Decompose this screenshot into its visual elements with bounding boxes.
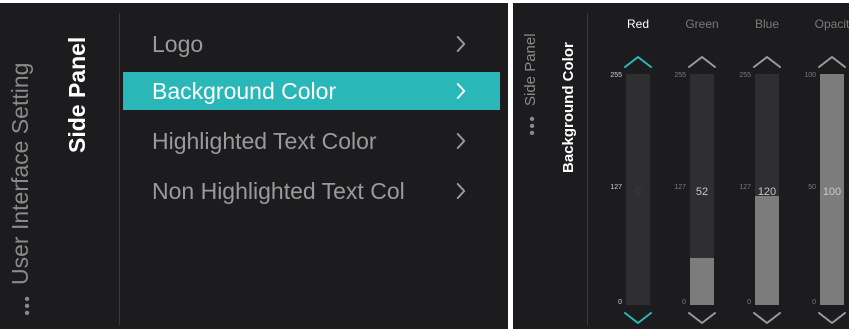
chevron-right-icon	[453, 36, 473, 52]
slider-scale-label: 0	[812, 299, 816, 306]
editor-divider	[587, 13, 588, 325]
chevron-down-icon[interactable]	[817, 311, 847, 325]
menu-item-label: Background Color	[152, 78, 337, 104]
slider-scale-label: 255	[739, 72, 751, 79]
chevron-up-icon[interactable]	[817, 55, 847, 69]
slider-value: 120	[757, 186, 777, 198]
chevron-up-icon[interactable]	[623, 55, 653, 69]
settings-menu-panel: User Interface Setting • • • Side Panel Lo…	[0, 3, 508, 329]
chevron-up-icon[interactable]	[752, 55, 782, 69]
chevron-up-icon[interactable]	[687, 55, 717, 69]
slider-scale-label: 50	[808, 183, 816, 191]
slider-scale-label: 127	[610, 183, 622, 191]
chevron-down-icon[interactable]	[752, 311, 782, 325]
slider-scale-label: 127	[674, 183, 686, 191]
slider-value: 100	[822, 186, 842, 198]
menu-divider	[119, 13, 120, 325]
slider-scale-label: 100	[804, 72, 816, 79]
breadcrumb-parent[interactable]: User Interface Setting	[7, 63, 34, 285]
slider-fill	[755, 196, 779, 305]
slider-scale-label: 0	[747, 299, 751, 306]
slider-label: Red	[626, 17, 649, 31]
more-dots-icon[interactable]: • • •	[528, 112, 536, 142]
breadcrumb-parent[interactable]: Side Panel	[522, 33, 539, 106]
slider-value: 0	[634, 186, 642, 198]
menu-item-label: Non Highlighted Text Col	[152, 178, 405, 204]
menu-item[interactable]: Highlighted Text Color	[123, 122, 500, 160]
slider-scale-label: 255	[674, 72, 686, 79]
more-dots-icon[interactable]: • • •	[23, 292, 31, 322]
chevron-right-icon	[453, 183, 473, 199]
menu-item-label: Logo	[152, 31, 204, 57]
slider-label: Opacit	[814, 17, 849, 31]
chevron-right-icon	[453, 133, 473, 149]
chevron-right-icon	[453, 83, 473, 99]
slider-label: Blue	[754, 17, 780, 31]
menu-item[interactable]: Background Color	[123, 72, 500, 110]
slider-value: 52	[695, 186, 709, 198]
chevron-down-icon[interactable]	[687, 311, 717, 325]
color-editor-panel: Side Panel • • • Background Color Red 0 255 1…	[513, 3, 849, 329]
breadcrumb-current: Side Panel	[64, 36, 90, 153]
chevron-down-icon[interactable]	[623, 311, 653, 325]
menu-item[interactable]: Non Highlighted Text Col	[123, 172, 500, 210]
slider-scale-label: 127	[739, 183, 751, 191]
slider-label: Green	[685, 17, 719, 31]
menu-item-label: Highlighted Text Color	[152, 128, 377, 154]
slider-scale-label: 0	[618, 299, 622, 306]
slider-scale-label: 0	[682, 299, 686, 306]
slider-scale-label: 255	[610, 72, 622, 79]
menu-item[interactable]: Logo	[123, 25, 500, 63]
slider-fill	[690, 257, 714, 305]
breadcrumb-current: Background Color	[560, 42, 577, 173]
